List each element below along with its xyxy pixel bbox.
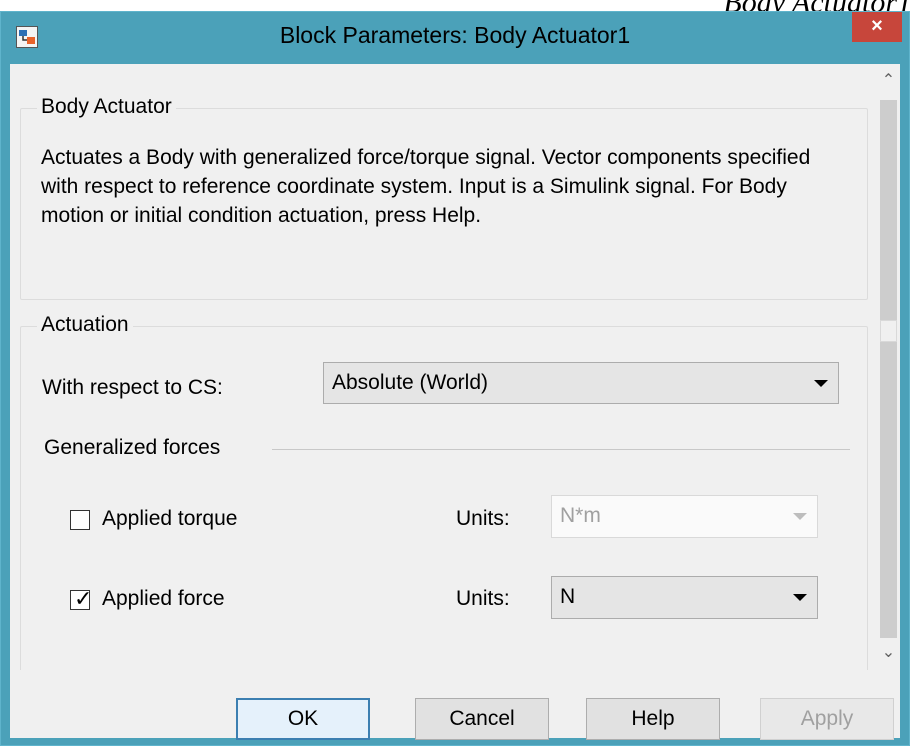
help-button[interactable]: Help [586, 698, 720, 740]
vertical-scrollbar[interactable]: ⌃ ⌄ [877, 64, 900, 670]
chevron-down-icon [793, 513, 807, 520]
cs-dropdown-value: Absolute (World) [332, 371, 489, 394]
checkmark-icon: ✓ [74, 586, 93, 611]
actuation-group-legend: Actuation [37, 313, 133, 337]
title-bar[interactable]: Block Parameters: Body Actuator1 × [1, 12, 909, 64]
block-description: Actuates a Body with generalized force/t… [41, 146, 811, 227]
applied-force-checkbox[interactable]: ✓ [70, 586, 92, 611]
close-button[interactable]: × [852, 12, 902, 42]
force-units-value: N [560, 585, 576, 608]
applied-force-label[interactable]: Applied force [102, 587, 225, 611]
chevron-down-icon [814, 380, 828, 387]
apply-button[interactable]: Apply [760, 698, 894, 740]
applied-torque-label[interactable]: Applied torque [102, 507, 237, 531]
torque-units-dropdown[interactable]: N*m [551, 495, 818, 538]
cs-label: With respect to CS: [42, 376, 223, 399]
chevron-up-icon[interactable]: ⌃ [877, 64, 900, 98]
torque-units-value: N*m [560, 504, 601, 527]
scrollbar-thumb[interactable] [880, 320, 897, 342]
cancel-button[interactable]: Cancel [415, 698, 549, 740]
description-group-legend: Body Actuator [37, 95, 176, 119]
dialog-client-area: Body Actuator Actuates a Body with gener… [10, 64, 900, 740]
description-group: Body Actuator Actuates a Body with gener… [20, 95, 868, 300]
applied-torque-checkbox[interactable] [70, 510, 90, 530]
parameters-panel: Body Actuator Actuates a Body with gener… [10, 64, 874, 670]
window-title: Block Parameters: Body Actuator1 [279, 22, 631, 48]
chevron-down-icon[interactable]: ⌄ [877, 636, 900, 670]
generalized-forces-divider [272, 449, 850, 450]
generalized-forces-label: Generalized forces [44, 436, 221, 459]
block-parameters-dialog: Block Parameters: Body Actuator1 × Body … [0, 11, 910, 746]
cs-dropdown[interactable]: Absolute (World) [323, 362, 839, 404]
chevron-down-icon [793, 594, 807, 601]
force-units-dropdown[interactable]: N [551, 576, 818, 619]
torque-units-label: Units: [456, 507, 510, 530]
force-units-label: Units: [456, 587, 510, 610]
close-icon: × [871, 15, 883, 37]
ok-button[interactable]: OK [236, 698, 370, 740]
scrollbar-track[interactable] [880, 100, 897, 638]
